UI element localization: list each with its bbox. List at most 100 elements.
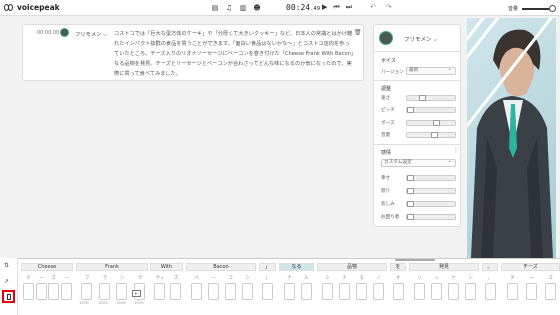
word-group-with[interactable]: With (150, 263, 183, 271)
emotion-preset-select[interactable]: カスタム設定 (381, 158, 456, 167)
word-group-frank[interactable]: Frank (76, 263, 148, 271)
volume-slider[interactable] (522, 8, 552, 10)
phoneme-label: ベ (194, 276, 199, 281)
skip-start-icon[interactable]: ⏮ (333, 3, 339, 12)
speed-label: 速さ (381, 96, 391, 101)
params-heading: 調整 (381, 86, 392, 92)
word-group-cheese-2[interactable]: チーズ (501, 263, 560, 271)
word-group-hakken[interactable]: 発見 (409, 263, 479, 271)
phoneme-length-box[interactable] (116, 283, 127, 300)
trouble-slider[interactable] (406, 214, 456, 220)
phoneme-length-box[interactable] (414, 283, 425, 300)
sort-icon[interactable]: ⇅ (4, 262, 9, 269)
top-bar: voicepeak ▤ ♫ ▥ ☻ 00:24.49 ▶ ⏮ ⏭ ↶ ↷ 音量 (0, 0, 560, 16)
volume-param-slider[interactable] (406, 132, 456, 138)
phoneme-length-box[interactable] (284, 283, 295, 300)
sad-slider[interactable] (406, 201, 456, 207)
pitch-slider[interactable] (406, 107, 456, 113)
phoneme-length-box[interactable] (99, 283, 110, 300)
word-group-period[interactable]: 。 (482, 263, 498, 271)
word-group-quote[interactable]: 」 (259, 263, 276, 271)
play-icon[interactable]: ▶ (322, 3, 327, 12)
time-frac: .49 (310, 6, 321, 12)
phoneme-length-box[interactable] (545, 283, 556, 300)
word-group-cheese[interactable]: Cheese (21, 263, 73, 271)
phoneme-length-box[interactable] (465, 283, 476, 300)
phoneme-length-box[interactable] (322, 283, 333, 300)
phoneme-length-box[interactable] (485, 283, 496, 300)
phoneme-length-box[interactable] (208, 283, 219, 300)
phoneme-length-pct: 100% (134, 301, 145, 305)
slider-knob[interactable] (407, 201, 414, 207)
phoneme-label: ン (119, 276, 125, 281)
slider-knob[interactable] (407, 107, 414, 113)
redo-icon[interactable]: ↷ (386, 3, 392, 11)
music-icon[interactable]: ♫ (225, 3, 233, 12)
word-group-shinamono[interactable]: 品物 (317, 263, 387, 271)
phoneme-length-box[interactable] (48, 283, 59, 300)
volume-param-label: 音量 (381, 133, 391, 138)
speaker-avatar (60, 28, 69, 37)
phoneme-length-box[interactable] (170, 283, 181, 300)
phoneme-length-box[interactable] (36, 283, 47, 300)
skip-end-icon[interactable]: ⏭ (346, 3, 352, 12)
slider-knob[interactable] (407, 188, 414, 194)
angry-slider[interactable] (406, 188, 456, 194)
phoneme-length-box[interactable] (81, 283, 92, 300)
slider-knob[interactable] (431, 132, 438, 138)
phoneme-length-stepper[interactable]: +- (132, 290, 141, 297)
phoneme-length-box[interactable] (225, 283, 236, 300)
phoneme-length-box[interactable] (431, 283, 442, 300)
phoneme-length-box[interactable] (23, 283, 34, 300)
timeline-scrollbar[interactable] (395, 259, 435, 261)
time-main: 00:24 (286, 3, 311, 12)
phoneme-length-box[interactable] (191, 283, 202, 300)
slider-knob[interactable] (433, 120, 440, 126)
volume-slider-knob[interactable] (549, 5, 556, 12)
phoneme-length-box[interactable] (373, 283, 384, 300)
slider-knob[interactable] (407, 214, 414, 220)
phoneme-label: ル (304, 276, 309, 281)
face-icon[interactable]: ☻ (253, 3, 261, 12)
phoneme-length-box[interactable] (526, 283, 537, 300)
phoneme-label: ー (529, 276, 534, 281)
version-select[interactable]: 最新 (406, 66, 456, 75)
pause-slider[interactable] (406, 120, 456, 126)
happy-slider[interactable] (406, 175, 456, 181)
phoneme-label: ウィ (155, 276, 165, 281)
word-group-naru[interactable]: なる (279, 263, 314, 271)
trash-icon[interactable]: 🗑 (354, 29, 362, 36)
slider-knob[interactable] (419, 95, 426, 101)
script-editor: 00:00.00 フリモメン ⌵ コストコでは「巨大な蛋方体のケーキ」や「分厚く… (22, 24, 364, 81)
phoneme-label: コ (228, 276, 233, 281)
word-group-bacon[interactable]: Bacon (186, 263, 256, 271)
file-icon[interactable]: ▤ (211, 3, 219, 12)
phoneme-length-box[interactable] (242, 283, 253, 300)
phoneme-length-box[interactable] (356, 283, 367, 300)
selected-tool-button[interactable] (2, 290, 15, 303)
phoneme-length-box[interactable] (154, 283, 165, 300)
slider-knob[interactable] (407, 175, 414, 181)
speaker-select[interactable]: フリモメン ⌵ (75, 30, 107, 39)
speaker-select[interactable]: フリモメン ⌵ (404, 35, 437, 44)
phoneme-length-box[interactable] (61, 283, 72, 300)
phoneme-length-box[interactable] (393, 283, 404, 300)
version-label: バージョン (381, 70, 404, 75)
pitch-label: ピッチ (381, 108, 395, 113)
phoneme-length-box[interactable] (448, 283, 459, 300)
character-illustration (467, 18, 556, 258)
dictionary-icon[interactable]: ▥ (239, 3, 247, 12)
speed-slider[interactable] (406, 95, 456, 101)
more-icon[interactable]: ⋮ (453, 147, 459, 154)
phoneme-length-pct: 100% (116, 301, 127, 305)
phoneme-length-box[interactable] (262, 283, 273, 300)
undo-icon[interactable]: ↶ (370, 3, 376, 11)
phoneme-length-box[interactable] (507, 283, 518, 300)
word-group-wo[interactable]: を (390, 263, 406, 271)
curve-tool-icon[interactable]: ↗ (4, 278, 9, 285)
phoneme-label: 」 (265, 276, 270, 281)
phoneme-label: ナ (287, 276, 292, 281)
phoneme-length-box[interactable] (301, 283, 312, 300)
phoneme-length-box[interactable] (339, 283, 350, 300)
script-text[interactable]: コストコでは「巨大な蛋方体のケーキ」や「分厚くて大きいクッキー」など、日本人の常… (114, 29, 354, 79)
